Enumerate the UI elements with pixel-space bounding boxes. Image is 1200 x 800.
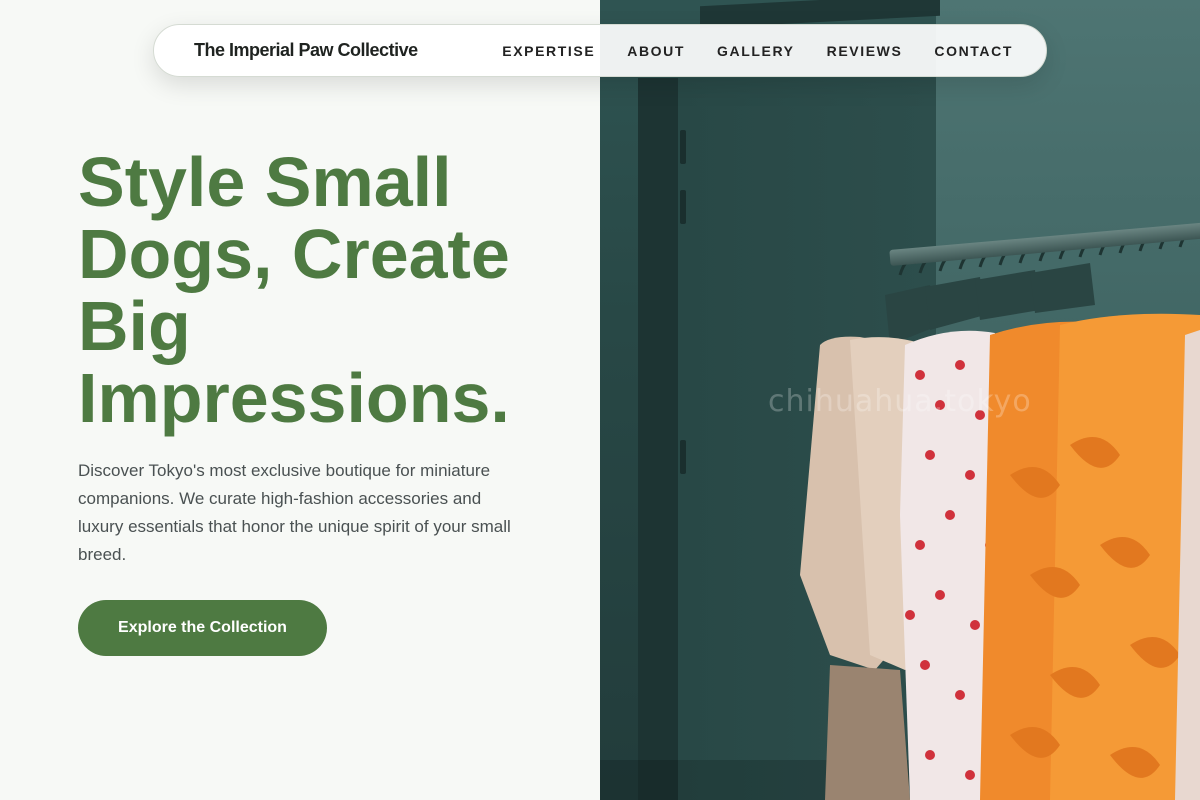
nav-link-expertise[interactable]: EXPERTISE — [502, 43, 595, 59]
door-hinge — [680, 440, 686, 474]
nav-link-gallery[interactable]: GALLERY — [717, 43, 795, 59]
nav-links: EXPERTISE ABOUT GALLERY REVIEWS CONTACT — [470, 43, 1013, 59]
nav-link-about[interactable]: ABOUT — [627, 43, 685, 59]
door-frame — [638, 78, 678, 800]
door-hinge — [680, 190, 686, 224]
image-watermark: chihuahua.tokyo — [768, 384, 1032, 419]
explore-collection-button[interactable]: Explore the Collection — [78, 600, 327, 656]
hero-image: chihuahua.tokyo — [600, 0, 1200, 800]
nav-link-contact[interactable]: CONTACT — [934, 43, 1013, 59]
top-navbar: The Imperial Paw Collective EXPERTISE AB… — [153, 24, 1047, 77]
door-hinge — [680, 130, 686, 164]
hero-title: Style Small Dogs, Create Big Impressions… — [78, 143, 510, 437]
hero-description: Discover Tokyo's most exclusive boutique… — [78, 461, 511, 564]
nav-link-reviews[interactable]: REVIEWS — [827, 43, 903, 59]
brand-logo[interactable]: The Imperial Paw Collective — [194, 40, 418, 61]
clothing-rack — [800, 231, 1200, 800]
